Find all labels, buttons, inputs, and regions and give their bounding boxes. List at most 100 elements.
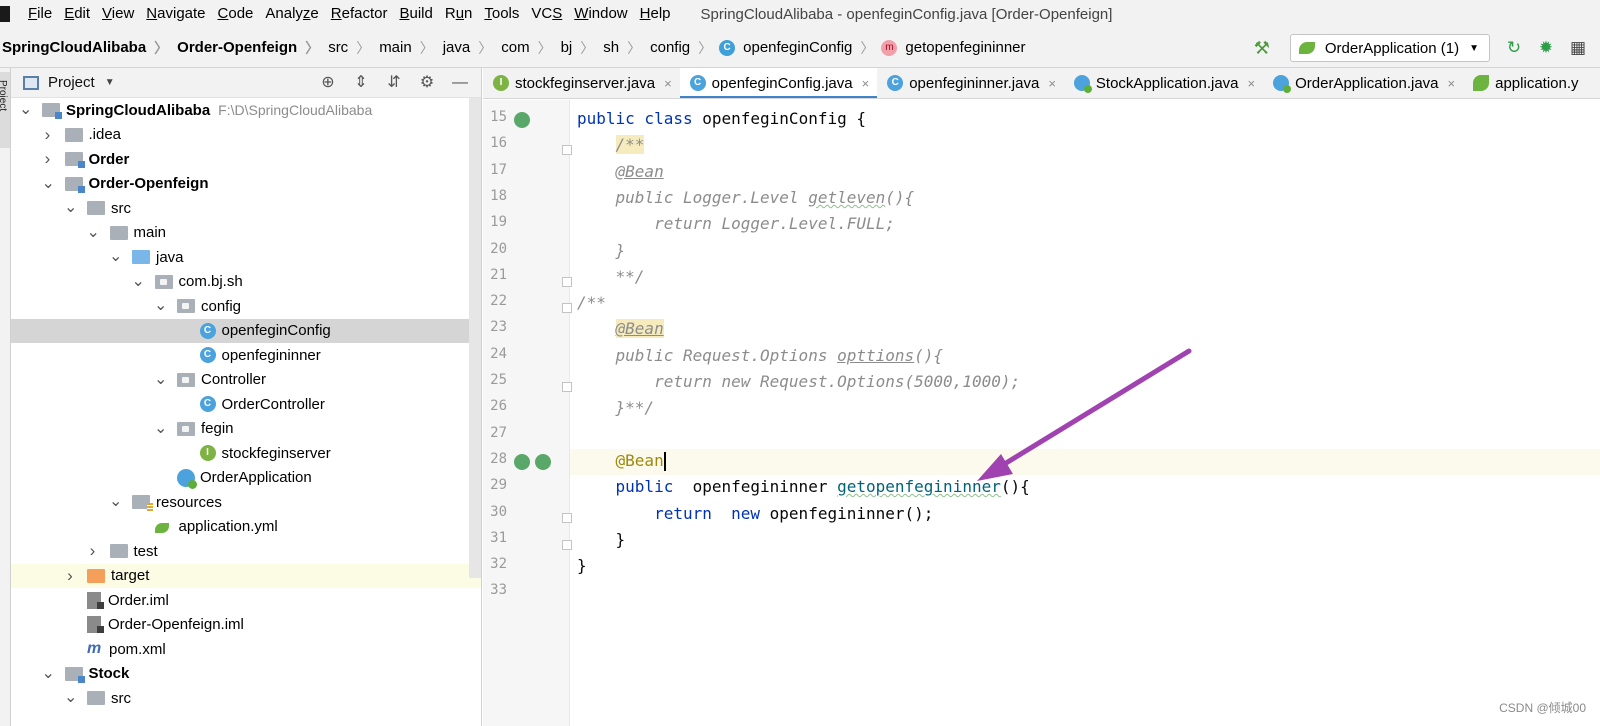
menu-refactor[interactable]: Refactor xyxy=(325,0,394,28)
chevron-down-icon[interactable]: ⌄ xyxy=(109,249,122,265)
tree-item[interactable]: ›Order-Openfeign.iml xyxy=(11,613,481,638)
close-icon[interactable]: × xyxy=(664,76,672,91)
collapse-all-icon[interactable]: ⇵ xyxy=(383,73,405,93)
tree-item[interactable]: ⌄ com.bj.sh xyxy=(11,270,481,295)
chevron-down-icon[interactable]: ⌄ xyxy=(19,102,32,118)
tree-item[interactable]: ⌄ resources xyxy=(11,490,481,515)
breadcrumb-item[interactable]: src 〉 xyxy=(326,28,377,68)
gear-icon[interactable]: ⚙ xyxy=(416,73,438,93)
menu-file[interactable]: File xyxy=(22,0,58,28)
code-editor[interactable]: 15 16 17 18 19 20 21 22 23 24 25 26 27 28 29 30 31 32 33 p… xyxy=(483,100,1600,726)
chevron-right-icon[interactable]: › xyxy=(87,541,99,561)
chevron-down-icon[interactable]: ⌄ xyxy=(154,420,167,436)
tree-item[interactable]: ⌄ src xyxy=(11,686,481,711)
tree-item[interactable]: ⌄ fegin xyxy=(11,417,481,442)
close-icon[interactable]: × xyxy=(1048,76,1056,91)
chevron-down-icon[interactable]: ⌄ xyxy=(64,200,77,216)
chevron-down-icon[interactable]: ⌄ xyxy=(154,298,167,314)
editor-tab[interactable]: application.y xyxy=(1463,68,1586,98)
breadcrumb-item[interactable]: java 〉 xyxy=(441,28,500,68)
menu-vcs[interactable]: VCS xyxy=(525,0,568,28)
tree-item[interactable]: ⌄ Stock xyxy=(11,662,481,687)
fold-marker-icon[interactable] xyxy=(562,145,572,155)
project-panel-title[interactable]: Project xyxy=(48,74,95,91)
close-icon[interactable]: × xyxy=(862,76,870,91)
breadcrumb-item[interactable]: main 〉 xyxy=(377,28,441,68)
locate-target-icon[interactable]: ⊕ xyxy=(317,73,339,93)
menu-view[interactable]: View xyxy=(96,0,140,28)
tree-item[interactable]: ›COrderController xyxy=(11,392,481,417)
fold-marker-icon[interactable] xyxy=(562,382,572,392)
tree-item[interactable]: ⌄ Controller xyxy=(11,368,481,393)
close-icon[interactable]: × xyxy=(1248,76,1256,91)
fold-marker-icon[interactable] xyxy=(562,513,572,523)
editor-tab[interactable]: Copenfegininner.java × xyxy=(877,68,1064,98)
chevron-right-icon[interactable]: › xyxy=(42,149,54,169)
tree-item[interactable]: ›Copenfegininner xyxy=(11,343,481,368)
run-configuration-dropdown[interactable]: OrderApplication (1) ▼ xyxy=(1289,34,1490,62)
editor-tab[interactable]: OrderApplication.java × xyxy=(1263,68,1463,98)
tree-item-label: OrderController xyxy=(221,395,325,413)
tree-item[interactable]: ›Order.iml xyxy=(11,588,481,613)
chevron-down-icon[interactable]: ⌄ xyxy=(42,665,55,681)
menu-analyze[interactable]: Analyze xyxy=(259,0,324,28)
tree-item[interactable]: ⌄ Order-Openfeign xyxy=(11,172,481,197)
rerun-icon[interactable]: ↻ xyxy=(1504,38,1524,58)
tree-item[interactable]: › target xyxy=(11,563,481,588)
tree-item[interactable]: › Order xyxy=(11,147,481,172)
menu-build[interactable]: Build xyxy=(393,0,438,28)
project-tool-window-button[interactable]: Project xyxy=(0,72,10,148)
expand-all-icon[interactable]: ⇕ xyxy=(350,73,372,93)
tree-item[interactable]: ⌄ main xyxy=(11,221,481,246)
chevron-down-icon[interactable]: ⌄ xyxy=(42,175,55,191)
tree-item[interactable]: ⌄ config xyxy=(11,294,481,319)
chevron-down-icon[interactable]: ▼ xyxy=(105,77,115,88)
breadcrumb-item[interactable]: Order-Openfeign 〉 xyxy=(175,28,326,68)
tree-item[interactable]: ›application.yml xyxy=(11,515,481,540)
editor-tab[interactable]: Istockfeginserver.java × xyxy=(483,68,680,98)
chevron-right-icon[interactable]: › xyxy=(42,125,54,145)
fold-marker-icon[interactable] xyxy=(562,540,572,550)
build-hammer-icon[interactable]: ⚒ xyxy=(1252,38,1272,58)
breadcrumb-item[interactable]: sh 〉 xyxy=(601,28,648,68)
bean-navigate-gutter-icon[interactable] xyxy=(535,454,551,470)
tree-item[interactable]: ›OrderApplication xyxy=(11,466,481,491)
bean-config-gutter-icon[interactable] xyxy=(514,112,530,128)
tree-item[interactable]: ⌄ java xyxy=(11,245,481,270)
tree-item[interactable]: ⌄ src xyxy=(11,196,481,221)
breadcrumb-item[interactable]: SpringCloudAlibaba 〉 xyxy=(0,28,175,68)
minimize-icon[interactable]: — xyxy=(449,73,471,93)
menu-navigate[interactable]: Navigate xyxy=(140,0,211,28)
menu-tools[interactable]: Tools xyxy=(478,0,525,28)
tree-item[interactable]: ›mpom.xml xyxy=(11,637,481,662)
bean-method-gutter-icon[interactable] xyxy=(514,454,530,470)
editor-tab[interactable]: StockApplication.java × xyxy=(1064,68,1263,98)
breadcrumb-item[interactable]: CopenfeginConfig 〉 xyxy=(719,28,881,68)
breadcrumb-item[interactable]: config 〉 xyxy=(648,28,719,68)
chevron-down-icon[interactable]: ⌄ xyxy=(154,371,167,387)
menu-window[interactable]: Window xyxy=(568,0,633,28)
fold-marker-icon[interactable] xyxy=(562,303,572,313)
menu-help[interactable]: Help xyxy=(634,0,677,28)
chevron-down-icon[interactable]: ⌄ xyxy=(109,494,122,510)
tree-item[interactable]: › .idea xyxy=(11,123,481,148)
close-icon[interactable]: × xyxy=(1448,76,1456,91)
breadcrumb-item[interactable]: m getopenfegininner xyxy=(881,28,1027,68)
breadcrumb-item[interactable]: com 〉 xyxy=(499,28,558,68)
chevron-down-icon[interactable]: ⌄ xyxy=(87,224,100,240)
tree-item[interactable]: ⌄ SpringCloudAlibaba F:\D\SpringCloudAliba… xyxy=(11,98,481,123)
chevron-down-icon[interactable]: ⌄ xyxy=(132,273,145,289)
menu-edit[interactable]: Edit xyxy=(58,0,96,28)
chevron-right-icon[interactable]: › xyxy=(64,566,76,586)
coverage-icon[interactable]: ▦ xyxy=(1568,38,1588,58)
menu-run[interactable]: Run xyxy=(439,0,479,28)
tree-item[interactable]: ›CopenfeginConfig xyxy=(11,318,481,343)
editor-tab[interactable]: CopenfeginConfig.java × xyxy=(679,68,878,98)
tree-item[interactable]: › test xyxy=(11,539,481,564)
tree-item[interactable]: ›Istockfeginserver xyxy=(11,441,481,466)
breadcrumb-item[interactable]: bj 〉 xyxy=(559,28,602,68)
debug-bug-icon[interactable]: ✹ xyxy=(1536,38,1556,58)
fold-marker-icon[interactable] xyxy=(562,277,572,287)
chevron-down-icon[interactable]: ⌄ xyxy=(64,690,77,706)
menu-code[interactable]: Code xyxy=(212,0,260,28)
